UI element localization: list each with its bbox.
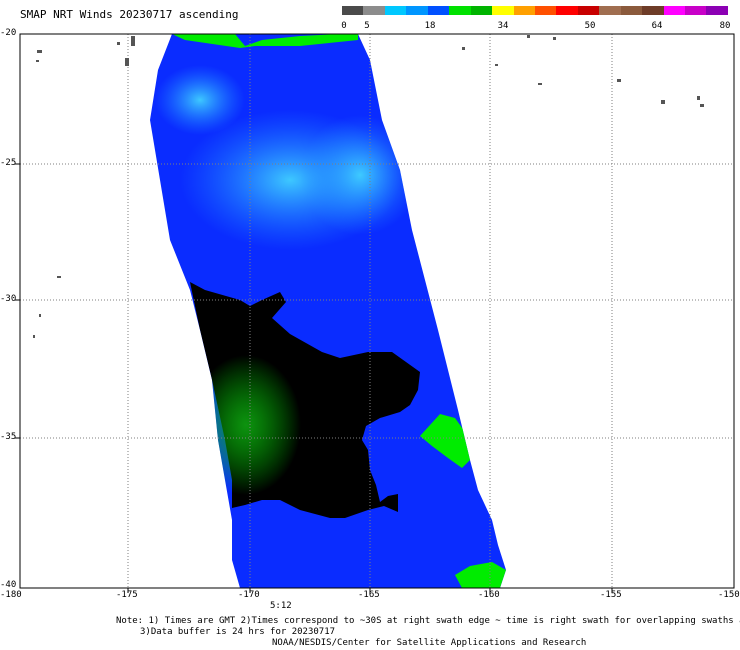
lon-tick-label: -150	[718, 590, 740, 600]
island	[617, 79, 621, 82]
lat-tick-label: -40	[0, 580, 17, 590]
note-line-2: 3)Data buffer is 24 hrs for 20230717	[140, 627, 336, 637]
lon-tick-label: -170	[238, 590, 260, 600]
lon-tick-label: -155	[600, 590, 622, 600]
island	[33, 335, 35, 338]
lon-tick-label: -175	[116, 590, 138, 600]
island	[495, 64, 498, 66]
island	[553, 37, 556, 40]
island	[57, 276, 61, 278]
lat-tick-label: -25	[0, 158, 17, 168]
island	[661, 100, 665, 104]
swath-time-label: 5:12	[270, 601, 292, 611]
lon-tick-label: -165	[358, 590, 380, 600]
note-line-1: Note: 1) Times are GMT 2)Times correspon…	[116, 616, 740, 626]
island	[39, 314, 41, 317]
note-line-3: NOAA/NESDIS/Center for Satellite Applica…	[272, 638, 587, 648]
island	[700, 104, 704, 107]
lat-tick-label: -20	[0, 28, 17, 38]
island	[117, 42, 120, 45]
island	[125, 58, 129, 66]
island	[527, 35, 530, 38]
lat-tick-label: -35	[0, 432, 17, 442]
island	[462, 47, 465, 50]
island	[697, 96, 700, 100]
smap-swath	[150, 34, 506, 588]
dark-green-region	[191, 355, 301, 495]
island	[36, 60, 39, 62]
island	[37, 50, 42, 53]
lat-tick-label: -30	[0, 294, 17, 304]
light-blue-region	[155, 65, 245, 135]
wind-swath-map	[15, 33, 735, 593]
light-blue-region	[300, 115, 420, 235]
lon-tick-label: -180	[0, 590, 22, 600]
island	[538, 83, 542, 85]
island	[131, 36, 135, 46]
lon-tick-label: -160	[478, 590, 500, 600]
